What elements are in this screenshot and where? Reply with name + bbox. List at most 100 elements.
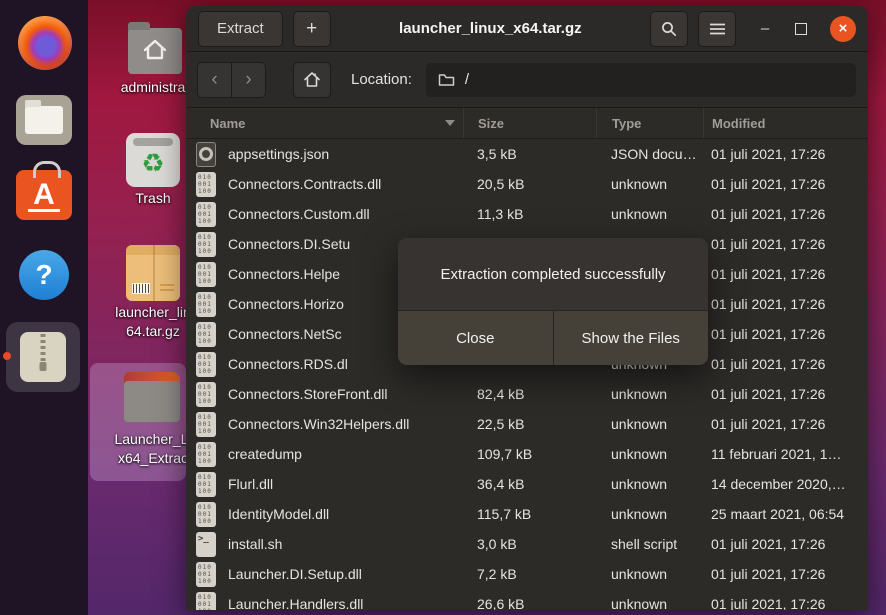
binary-file-icon: 010001100: [196, 562, 216, 587]
column-headers: Name Size Type Modified: [186, 108, 868, 139]
folder-glyph: [25, 106, 63, 134]
desktop-icon-extracted-folder[interactable]: [124, 372, 180, 422]
file-size: 82,4 kB: [463, 379, 596, 409]
binary-file-icon: 010001100: [196, 292, 216, 317]
back-button[interactable]: ‹: [198, 63, 231, 97]
file-modified: 01 juli 2021, 17:26: [703, 169, 868, 199]
file-modified: 25 maart 2021, 06:54: [703, 499, 868, 529]
file-name-cell: 010001100Connectors.StoreFront.dll: [186, 379, 463, 409]
running-indicator: [3, 352, 11, 360]
file-row[interactable]: 010001100Connectors.Win32Helpers.dll22,5…: [186, 409, 868, 439]
file-type: unknown: [596, 439, 703, 469]
binary-file-icon: 010001100: [196, 172, 216, 197]
file-name: IdentityModel.dll: [228, 506, 329, 522]
column-header-type[interactable]: Type: [596, 108, 703, 138]
file-size: 22,5 kB: [463, 409, 596, 439]
barcode-icon: [132, 283, 150, 294]
location-path: /: [465, 71, 469, 88]
dialog-show-files-button[interactable]: Show the Files: [553, 311, 709, 365]
extract-button[interactable]: Extract: [198, 11, 283, 47]
file-modified: 01 juli 2021, 17:26: [703, 289, 868, 319]
file-row[interactable]: 010001100Connectors.StoreFront.dll82,4 k…: [186, 379, 868, 409]
minimize-button[interactable]: –: [752, 16, 778, 42]
file-size: 7,2 kB: [463, 559, 596, 589]
firefox-icon[interactable]: [18, 16, 72, 70]
file-type: unknown: [596, 169, 703, 199]
file-row[interactable]: 010001100Connectors.Custom.dll11,3 kBunk…: [186, 199, 868, 229]
desktop-icon-trash[interactable]: ♻: [126, 133, 180, 187]
file-name-cell: 010001100 Launcher.DI.Setup.dll: [186, 559, 463, 589]
file-size: 3,5 kB: [463, 139, 596, 169]
file-name: Launcher.Handlers.dll: [228, 596, 363, 610]
close-button[interactable]: ×: [830, 16, 856, 42]
file-modified: 01 juli 2021, 17:26: [703, 409, 868, 439]
file-row[interactable]: appsettings.json3,5 kBJSON docu…01 juli …: [186, 139, 868, 169]
file-name: Connectors.Horizo: [228, 296, 344, 312]
files-app-icon[interactable]: [16, 95, 72, 145]
zipper-pull: [40, 362, 47, 371]
file-type: unknown: [596, 589, 703, 610]
add-files-button[interactable]: +: [293, 11, 331, 47]
binary-file-icon: 010001100: [196, 412, 216, 437]
file-row[interactable]: 010001100Launcher.Handlers.dll26,6 kBunk…: [186, 589, 868, 610]
column-header-modified[interactable]: Modified: [703, 108, 868, 138]
file-name: createdump: [228, 446, 302, 462]
file-size: 115,7 kB: [463, 499, 596, 529]
file-row[interactable]: 010001100 Launcher.DI.Setup.dll 7,2 kBunkn…: [186, 559, 868, 589]
file-type: unknown: [596, 469, 703, 499]
file-type: unknown: [596, 199, 703, 229]
file-modified: 01 juli 2021, 17:26: [703, 379, 868, 409]
binary-file-icon: 010001100: [196, 322, 216, 347]
zipper-icon: [41, 334, 46, 362]
file-name-cell: appsettings.json: [186, 139, 463, 169]
binary-file-icon: 010001100: [196, 442, 216, 467]
file-name-cell: 010001100 Connectors.Contracts.dll: [186, 169, 463, 199]
file-name: Connectors.RDS.dl: [228, 356, 348, 372]
file-row[interactable]: 010001100Connectors.Contracts.dll20,5 kB…: [186, 169, 868, 199]
file-row[interactable]: >_install.sh3,0 kBshell script01 juli 20…: [186, 529, 868, 559]
dialog-buttons: Close Show the Files: [398, 310, 708, 365]
location-label: Location:: [351, 71, 412, 88]
menu-button[interactable]: [698, 11, 736, 47]
file-name: Launcher.DI.Setup.dll: [228, 566, 362, 582]
binary-file-icon: 010001100: [196, 262, 216, 287]
binary-file-icon: 010001100: [196, 232, 216, 257]
home-button[interactable]: [293, 62, 331, 98]
maximize-icon: [795, 23, 807, 35]
file-row[interactable]: 010001100IdentityModel.dll115,7 kBunknow…: [186, 499, 868, 529]
dialog-close-button[interactable]: Close: [398, 311, 553, 365]
maximize-button[interactable]: [788, 16, 814, 42]
file-modified: 01 juli 2021, 17:26: [703, 349, 868, 379]
search-icon: [661, 21, 677, 37]
folder-icon: [438, 73, 455, 87]
archive-manager-icon: [20, 332, 66, 382]
headerbar: Extract + launcher_linux_x64.tar.gz – ×: [186, 6, 868, 52]
file-name: Connectors.Contracts.dll: [228, 176, 381, 192]
forward-button[interactable]: ›: [231, 63, 265, 97]
file-modified: 01 juli 2021, 17:26: [703, 259, 868, 289]
file-row[interactable]: 010001100createdump109,7 kBunknown11 feb…: [186, 439, 868, 469]
file-modified: 01 juli 2021, 17:26: [703, 139, 868, 169]
file-list: appsettings.json3,5 kBJSON docu…01 juli …: [186, 139, 868, 610]
column-header-name[interactable]: Name: [186, 108, 463, 138]
ubuntu-software-icon[interactable]: A: [16, 170, 72, 220]
file-size: 109,7 kB: [463, 439, 596, 469]
file-row[interactable]: 010001100Flurl.dll36,4 kBunknown14 decem…: [186, 469, 868, 499]
file-modified: 01 juli 2021, 17:26: [703, 589, 868, 610]
file-type: unknown: [596, 559, 703, 589]
location-input[interactable]: /: [426, 63, 856, 97]
file-size: 11,3 kB: [463, 199, 596, 229]
binary-file-icon: 010001100: [196, 352, 216, 377]
archive-manager-dock-item[interactable]: [6, 322, 80, 392]
binary-file-icon: 010001100: [196, 472, 216, 497]
column-header-size[interactable]: Size: [463, 108, 596, 138]
folder-front: [124, 381, 180, 422]
file-name: Connectors.StoreFront.dll: [228, 386, 388, 402]
help-icon[interactable]: ?: [19, 250, 69, 300]
file-name: Connectors.Helpe: [228, 266, 340, 282]
search-button[interactable]: [650, 11, 688, 47]
desktop-icon-home-folder[interactable]: [128, 28, 182, 74]
desktop-icon-archive-package[interactable]: [126, 245, 180, 301]
file-name-cell: 010001100IdentityModel.dll: [186, 499, 463, 529]
file-name: Connectors.NetSc: [228, 326, 342, 342]
